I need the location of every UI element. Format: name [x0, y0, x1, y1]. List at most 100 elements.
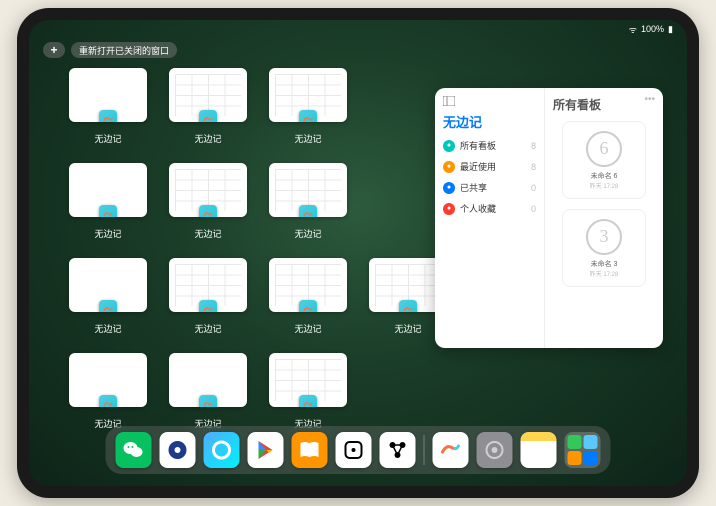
screen: ᯤ 100% ▮ + 重新打开已关闭的窗口 无边记无边记无边记无边记无边记无边记… — [29, 20, 687, 486]
window-thumbnail[interactable] — [169, 258, 247, 312]
window-card[interactable]: 无边记 — [165, 68, 251, 145]
sidebar-item-count: 8 — [531, 162, 536, 172]
window-label: 无边记 — [294, 227, 321, 240]
app-switcher-grid: 无边记无边记无边记无边记无边记无边记无边记无边记无边记无边记无边记无边记无边记 — [65, 68, 451, 430]
freeform-icon — [199, 110, 217, 122]
window-card[interactable]: 无边记 — [165, 163, 251, 240]
reopen-closed-window-button[interactable]: 重新打开已关闭的窗口 — [71, 42, 177, 58]
window-label: 无边记 — [194, 132, 221, 145]
dock-app-qqbrowser[interactable] — [204, 432, 240, 468]
freeform-window[interactable]: ••• 无边记 ●所有看板8●最近使用8●已共享0●个人收藏0 所有看板 6未命… — [435, 88, 663, 348]
board-name: 未命名 3 — [591, 259, 618, 269]
people-icon: ● — [443, 182, 455, 194]
dock-app-notes[interactable] — [521, 432, 557, 468]
sidebar-app-title: 无边记 — [443, 112, 536, 131]
window-thumbnail[interactable] — [169, 353, 247, 407]
freeform-icon — [399, 300, 417, 312]
new-window-button[interactable]: + — [43, 42, 65, 58]
window-card[interactable]: 无边记 — [65, 258, 151, 335]
window-card[interactable]: 无边记 — [65, 353, 151, 430]
dock-app-quark[interactable] — [160, 432, 196, 468]
window-thumbnail[interactable] — [269, 68, 347, 122]
dock-separator — [424, 435, 425, 465]
window-label: 无边记 — [294, 132, 321, 145]
dock-app-dice[interactable] — [336, 432, 372, 468]
window-card[interactable]: 无边记 — [265, 163, 351, 240]
window-label: 无边记 — [94, 322, 121, 335]
board-card[interactable]: 3 未命名 3昨天 17:28 — [562, 209, 646, 287]
ipad-device: ᯤ 100% ▮ + 重新打开已关闭的窗口 无边记无边记无边记无边记无边记无边记… — [17, 8, 699, 498]
window-thumbnail[interactable] — [69, 353, 147, 407]
top-bar: + 重新打开已关闭的窗口 — [43, 42, 177, 58]
freeform-icon — [299, 300, 317, 312]
freeform-icon — [99, 300, 117, 312]
sidebar-item[interactable]: ● 所有看板 8 — [443, 139, 536, 152]
battery-icon: ▮ — [668, 24, 673, 35]
dock — [106, 426, 611, 474]
dock-app-books[interactable] — [292, 432, 328, 468]
sidebar: 无边记 ●所有看板8●最近使用8●已共享0●个人收藏0 — [435, 88, 545, 348]
dock-app-play[interactable] — [248, 432, 284, 468]
window-label: 无边记 — [394, 322, 421, 335]
boards-title: 所有看板 — [553, 96, 655, 113]
freeform-icon — [199, 395, 217, 407]
window-thumbnail[interactable] — [69, 68, 147, 122]
board-time: 昨天 17:28 — [590, 181, 619, 190]
board-name: 未命名 6 — [591, 171, 618, 181]
dock-app-settings[interactable] — [477, 432, 513, 468]
freeform-icon — [199, 300, 217, 312]
wifi-icon: ᯤ — [629, 23, 637, 36]
sidebar-item-label: 已共享 — [460, 181, 487, 194]
board-time: 昨天 17:28 — [590, 269, 619, 278]
window-thumbnail[interactable] — [69, 258, 147, 312]
dock-app-wechat[interactable] — [116, 432, 152, 468]
sidebar-item[interactable]: ●个人收藏0 — [443, 202, 536, 215]
freeform-icon — [99, 395, 117, 407]
status-bar: ᯤ 100% ▮ — [29, 20, 687, 38]
dock-app-freeform[interactable] — [433, 432, 469, 468]
window-card[interactable]: 无边记 — [165, 353, 251, 430]
board-card[interactable]: 6 未命名 6昨天 17:28 — [562, 121, 646, 199]
window-thumbnail[interactable] — [269, 353, 347, 407]
boards-pane: 所有看板 6未命名 6昨天 17:283未命名 3昨天 17:28 — [545, 88, 663, 348]
window-card[interactable]: 无边记 — [265, 68, 351, 145]
grid-icon: ● — [443, 140, 455, 152]
sidebar-item[interactable]: ● 已共享 0 — [443, 181, 536, 194]
dock-app-library[interactable] — [565, 432, 601, 468]
window-label: 无边记 — [94, 132, 121, 145]
window-card[interactable]: 无边记 — [65, 163, 151, 240]
window-label: 无边记 — [194, 322, 221, 335]
window-card[interactable]: 无边记 — [165, 258, 251, 335]
heart-icon: ● — [443, 203, 455, 215]
sidebar-item[interactable]: ● 最近使用 8 — [443, 160, 536, 173]
more-icon[interactable]: ••• — [644, 94, 655, 105]
window-thumbnail[interactable] — [169, 68, 247, 122]
window-thumbnail[interactable] — [269, 258, 347, 312]
freeform-icon — [299, 110, 317, 122]
window-label: 无边记 — [194, 227, 221, 240]
battery-label: 100% — [641, 24, 664, 34]
window-thumbnail[interactable] — [69, 163, 147, 217]
sidebar-item-label: 个人收藏 — [460, 202, 496, 215]
freeform-icon — [99, 205, 117, 217]
window-thumbnail[interactable] — [269, 163, 347, 217]
sidebar-item-label: 最近使用 — [460, 160, 496, 173]
window-label: 无边记 — [294, 322, 321, 335]
board-sketch: 6 — [586, 131, 622, 167]
dock-app-connect[interactable] — [380, 432, 416, 468]
freeform-icon — [299, 395, 317, 407]
window-card[interactable]: 无边记 — [65, 68, 151, 145]
sidebar-item-count: 0 — [531, 183, 536, 193]
freeform-icon — [199, 205, 217, 217]
sidebar-item-count: 8 — [531, 141, 536, 151]
freeform-icon — [299, 205, 317, 217]
window-card[interactable]: 无边记 — [265, 258, 351, 335]
freeform-icon — [99, 110, 117, 122]
board-sketch: 3 — [586, 219, 622, 255]
sidebar-toggle-icon[interactable] — [443, 96, 536, 106]
window-card[interactable]: 无边记 — [265, 353, 351, 430]
window-label: 无边记 — [94, 227, 121, 240]
window-thumbnail[interactable] — [169, 163, 247, 217]
sidebar-item-label: 所有看板 — [460, 139, 496, 152]
clock-icon: ● — [443, 161, 455, 173]
